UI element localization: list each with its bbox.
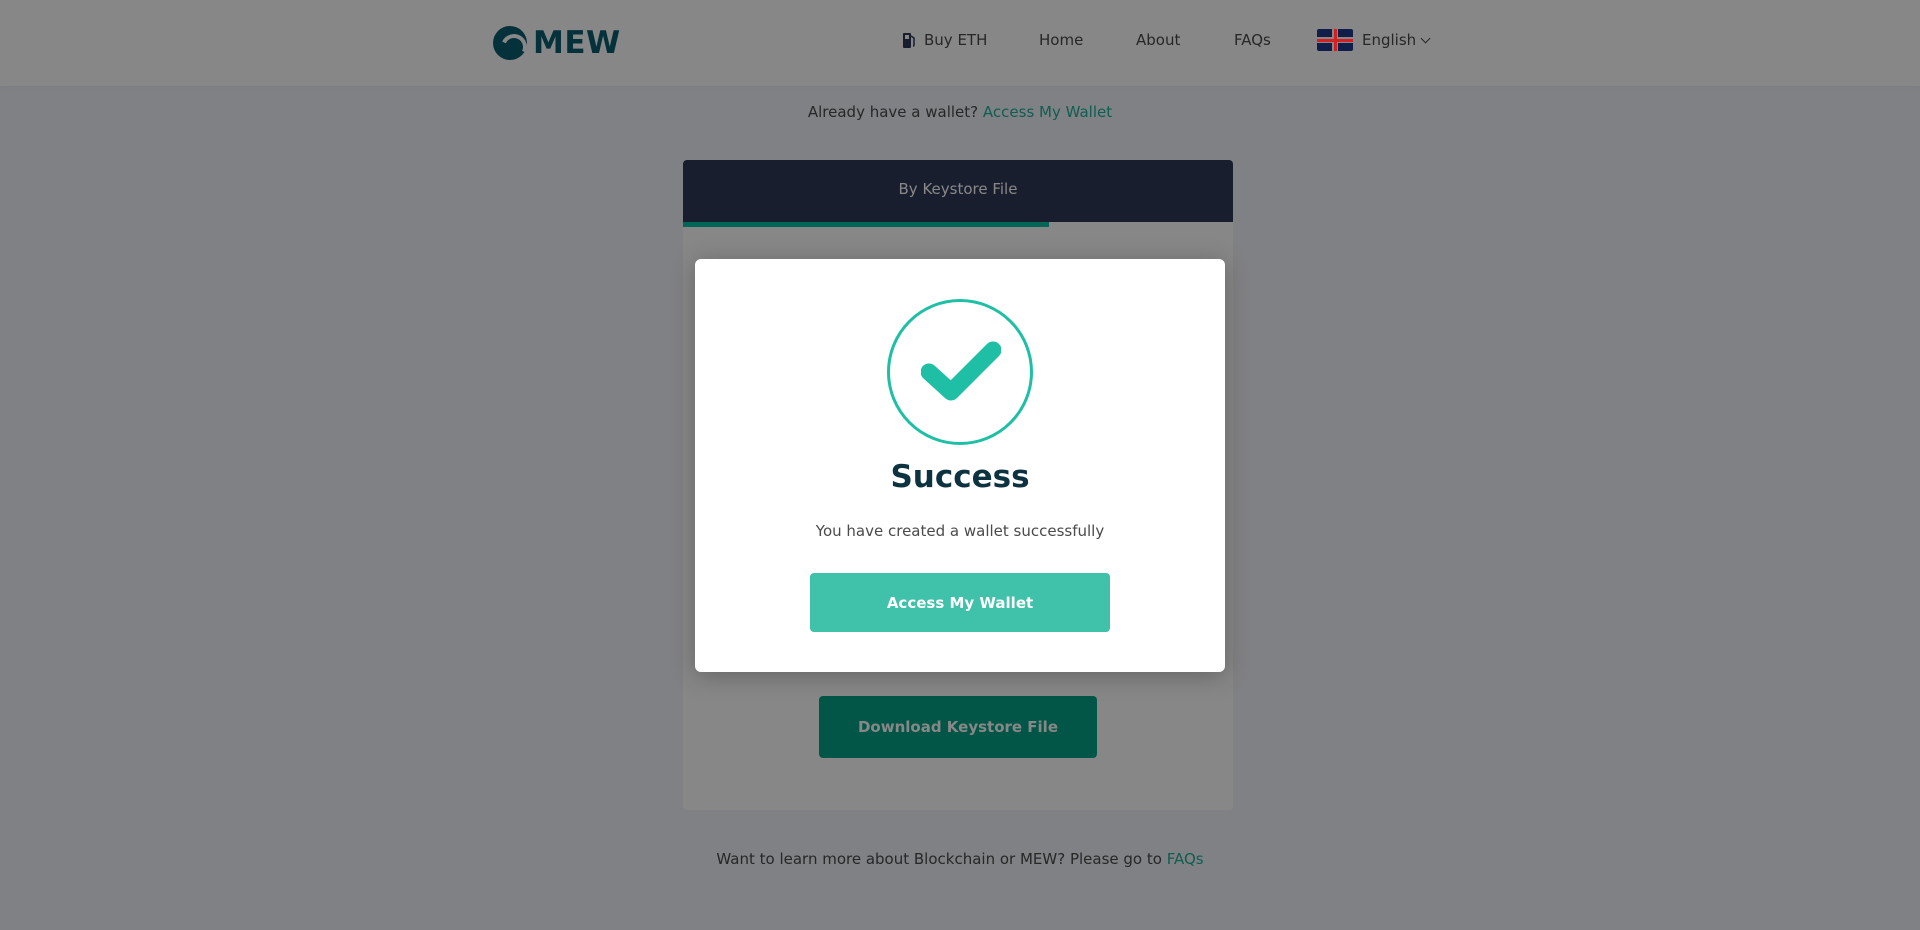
success-modal: Success You have created a wallet succes… <box>695 259 1225 672</box>
access-my-wallet-button[interactable]: Access My Wallet <box>810 573 1110 632</box>
page: MEW Buy ETH Home About FAQs English Alre… <box>0 0 1920 930</box>
modal-title: Success <box>890 459 1030 495</box>
modal-message: You have created a wallet successfully <box>815 522 1105 540</box>
checkmark-icon <box>921 341 1001 401</box>
success-circle <box>887 299 1033 445</box>
